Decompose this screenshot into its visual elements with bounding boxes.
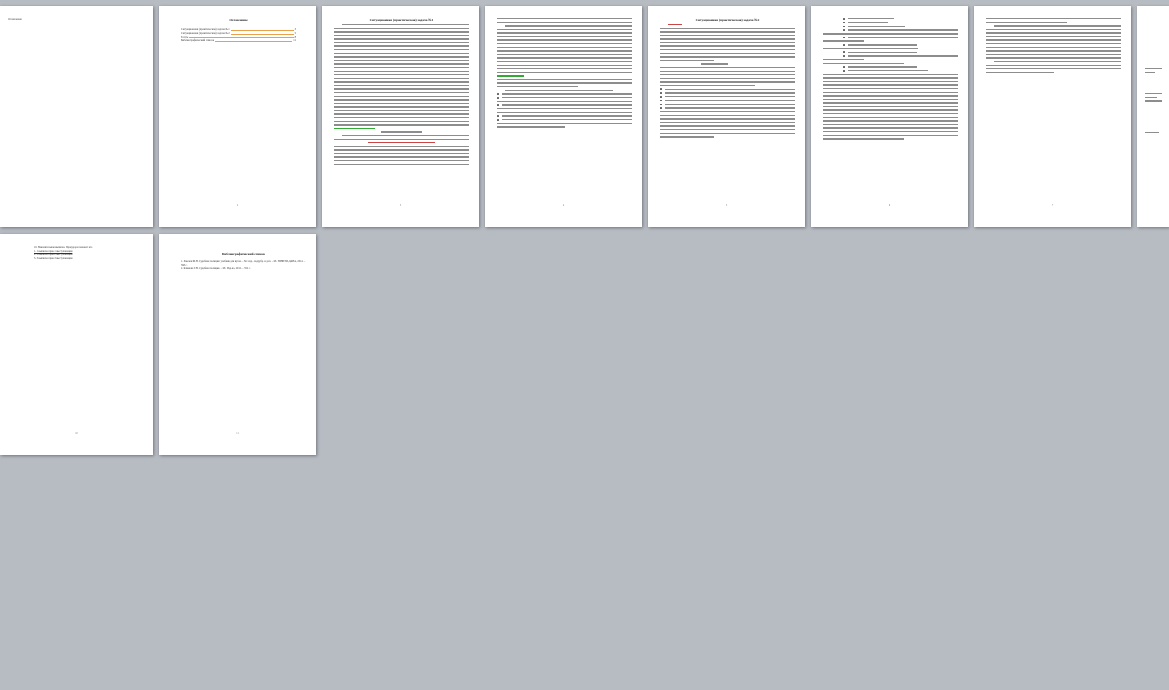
document-page-2[interactable]: Оглавление Ситуационная (практическая) з…: [159, 6, 316, 227]
document-page-8[interactable]: [1137, 6, 1169, 227]
toc-entry-label: Библиографический список: [181, 39, 215, 43]
page-heading: Ситуационная (практическая) задача №1: [369, 18, 434, 22]
toc-leader: [230, 28, 294, 31]
page-heading: Оглавление: [8, 18, 22, 21]
page-number: 3: [399, 204, 402, 207]
toc-leader: [189, 36, 294, 39]
toc-title: Оглавление: [229, 18, 248, 22]
toc-entry[interactable]: Библиографический список 11: [181, 39, 296, 43]
document-page-9[interactable]: 10. Накопительная выписка. Прокурора пом…: [0, 234, 153, 455]
document-page-3[interactable]: Ситуационная (практическая) задача №1 3: [322, 6, 479, 227]
page-number: 10: [75, 432, 78, 435]
toc-leader: [215, 39, 293, 43]
toc-entry-page: 11: [293, 39, 296, 43]
body-text: [660, 24, 795, 138]
body-text: [497, 18, 632, 128]
document-page-4[interactable]: 4: [485, 6, 642, 227]
document-page-5[interactable]: Ситуационная (практическая) задача №2 5: [648, 6, 805, 227]
page-number: 11: [236, 432, 239, 435]
body-text: [823, 18, 958, 140]
reference-item: 2. Климова Т.Н. Судебная полиция. – М.: …: [181, 267, 251, 271]
document-page-1[interactable]: Оглавление: [0, 6, 153, 227]
page-number: 6: [888, 204, 891, 207]
body-text: [334, 24, 469, 165]
toc-leader: [230, 32, 294, 35]
body-text: [986, 18, 1121, 74]
page-number: 4: [562, 204, 565, 207]
reference-item: 1. Хмелев Ш.Н. Судебная полиция: учебник…: [181, 260, 306, 267]
document-page-10[interactable]: Библиографический список 1. Хмелев Ш.Н. …: [159, 234, 316, 455]
task-list: 10. Накопительная выписка. Прокурора пом…: [34, 246, 145, 260]
page-number: 5: [725, 204, 728, 207]
page-number: 7: [1051, 204, 1054, 207]
page-number: 2: [236, 204, 239, 207]
list-item: 3. 3 выписка прав-3 выступающим: [34, 256, 73, 260]
document-page-7[interactable]: 7: [974, 6, 1131, 227]
page-heading: Библиографический список: [221, 252, 265, 256]
page-heading: Ситуационная (практическая) задача №2: [695, 18, 760, 22]
body-text: [1145, 68, 1169, 133]
document-page-6[interactable]: 6: [811, 6, 968, 227]
